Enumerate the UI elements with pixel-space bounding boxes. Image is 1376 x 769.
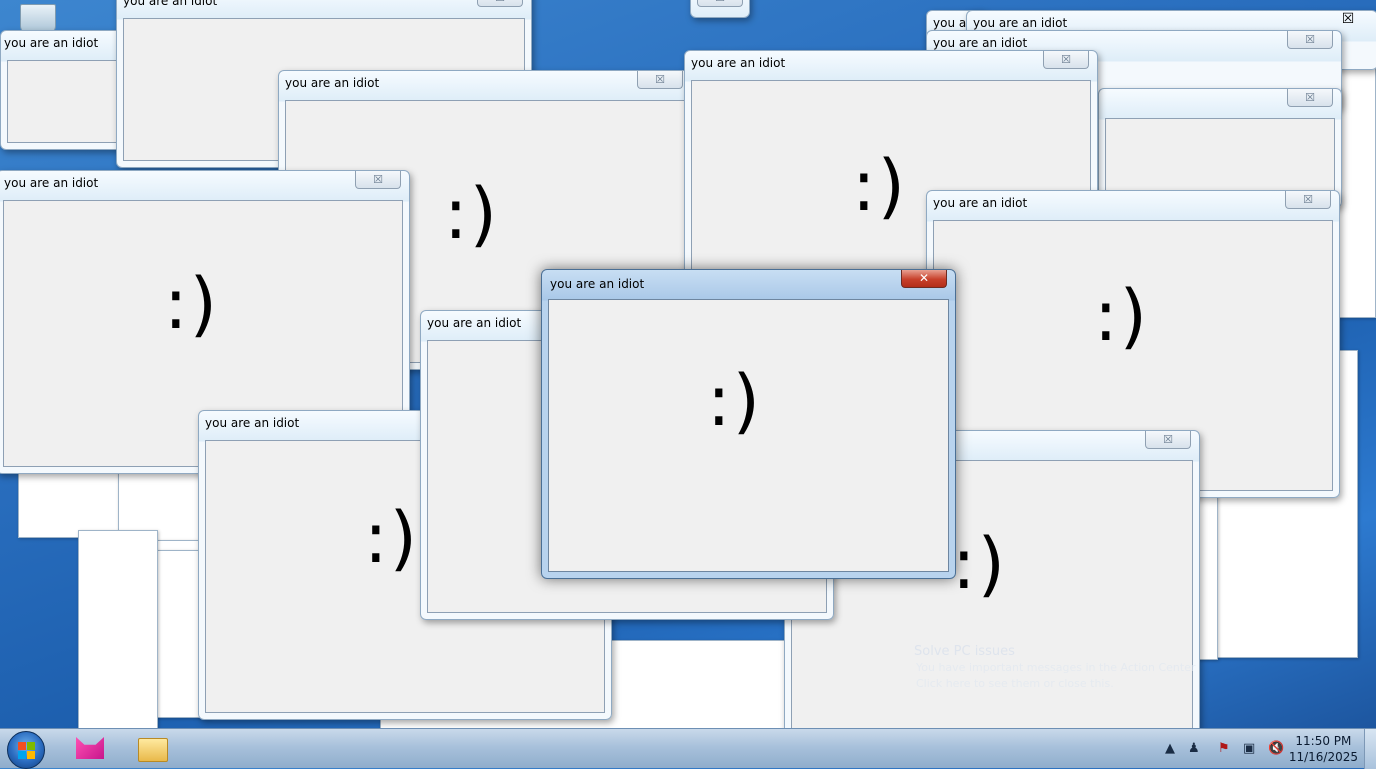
smiley-text: :) [952,523,1007,605]
action-center-flag-icon[interactable]: ⚑ [1218,741,1230,756]
idiot-window[interactable]: ☒ [690,0,750,18]
show-desktop-button[interactable] [1364,729,1376,769]
smiley-text: :) [852,145,907,227]
window-title: you are an idiot [691,56,786,70]
close-button[interactable]: ✕ [901,270,947,288]
window-title: you are an idiot [285,76,380,90]
taskbar: ▲ ♟ ⚑ ▣ 🔇 11:50 PM 11/16/2025 [0,728,1376,769]
close-button[interactable]: ☒ [1285,191,1331,209]
notification-line1: You have important messages in the Actio… [916,661,1196,674]
window-trail [78,530,158,728]
close-button[interactable]: ☒ [355,171,401,189]
system-clock[interactable]: 11:50 PM 11/16/2025 [1289,733,1358,765]
smiley-text: :) [707,360,762,442]
window-title: you are an idiot [933,196,1028,210]
window-trail [1336,38,1376,318]
file-explorer-icon [138,738,168,762]
clock-time: 11:50 PM [1295,734,1352,748]
active-idiot-window[interactable]: you are an idiot ✕ :) [541,269,956,579]
close-button[interactable]: ☒ [477,0,523,7]
smiley-text: :) [364,497,419,579]
close-button[interactable]: ☒ [1287,31,1333,49]
pink-cat-app-icon [76,737,104,759]
window-title: you are an idiot [427,316,522,330]
notification-line2: Click here to see them or close this. [916,677,1114,690]
close-button[interactable]: ☒ [637,71,683,89]
start-button[interactable] [7,731,45,769]
window-title: you are an idiot [4,176,99,190]
close-button[interactable]: ☒ [1043,51,1089,69]
window-client [1105,118,1335,201]
window-title: you are an idiot [123,0,218,8]
desktop: you are an idiot you are an idiot ☒ you … [0,0,1376,728]
smiley-text: :) [164,263,219,345]
smiley-text: :) [1094,275,1149,357]
volume-muted-icon[interactable]: 🔇 [1268,741,1284,756]
network-icon[interactable]: ♟ [1188,741,1200,756]
window-title: you are an idiot [933,36,1028,50]
smiley-text: :) [444,173,499,255]
close-button[interactable]: ☒ [1145,431,1191,449]
idiot-window[interactable]: you are an idiot [0,30,130,150]
window-title: you are an idiot [973,16,1068,30]
display-icon[interactable]: ▣ [1243,741,1255,756]
window-client: :) [548,299,949,572]
window-client [7,60,123,143]
windows-logo-icon [18,742,36,760]
close-button[interactable]: ☒ [1325,11,1371,29]
window-title: you are an idiot [205,416,300,430]
window-title: you are an idiot [550,277,645,291]
taskbar-app-explorer[interactable] [126,732,178,766]
show-hidden-icons-chevron-icon[interactable]: ▲ [1165,741,1175,756]
notification-title: Solve PC issues [914,644,1015,659]
close-button[interactable]: ☒ [697,0,743,7]
clock-date: 11/16/2025 [1288,750,1358,764]
close-button[interactable]: ☒ [1287,89,1333,107]
taskbar-app-pink-cat[interactable] [60,732,112,766]
notification-balloon[interactable]: Solve PC issues You have important messa… [886,644,1196,728]
window-title: you are an idiot [4,36,99,50]
